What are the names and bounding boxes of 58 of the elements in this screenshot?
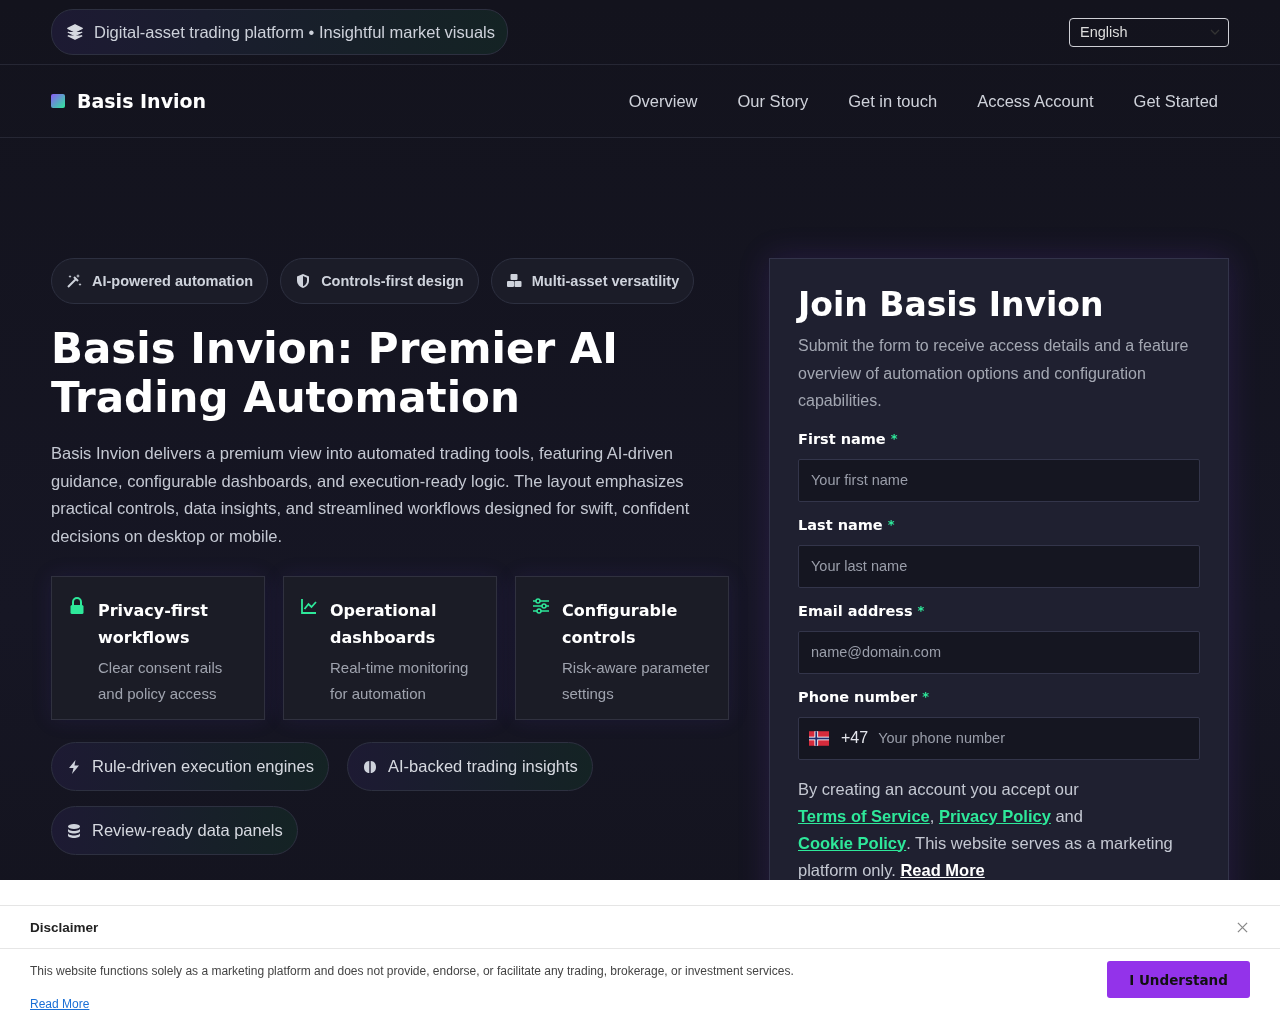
required-mark: * xyxy=(890,430,898,447)
required-mark: * xyxy=(922,688,930,705)
hero-title: Basis Invion: Premier AI Trading Automation xyxy=(51,324,619,422)
flag-icon xyxy=(809,730,829,746)
input-field[interactable]: Your last name xyxy=(798,544,1200,588)
nav-link[interactable]: Get in touch xyxy=(848,91,938,111)
field-label: Phone number xyxy=(798,688,918,705)
sliders-icon xyxy=(532,597,550,615)
nav-link[interactable]: Our Story xyxy=(737,91,809,111)
field-label: Last name xyxy=(798,516,883,533)
feature-chip: Controls-first design xyxy=(280,258,479,304)
read-more-link[interactable]: Read More xyxy=(900,860,985,879)
disclaimer-text: This website functions solely as a marketing platform and does not provide, endorse, or facilitate any trading, brokerage, or investment services. xyxy=(30,964,794,978)
policy-link[interactable]: Cookie Policy xyxy=(798,833,907,852)
policy-link[interactable]: Terms of Service xyxy=(798,806,930,825)
consent-text: By creating an account you accept our Terms of Service, Privacy Policy and Cookie Policy. This website serves as a marketing platform only. Read More xyxy=(798,778,1174,881)
language-select[interactable]: English xyxy=(1069,17,1229,47)
nav-link[interactable]: Overview xyxy=(628,91,698,111)
input-field[interactable]: name@domain.com xyxy=(798,630,1200,674)
hero-description: Basis Invion delivers a premium view into automated trading tools, featuring AI-driven guidance, configurable dashboards, and execution-ready logic. The layout emphasizes practical controls, data insights, and streamlined workflows designed for swift, confident decisions on desktop or mobile. xyxy=(51,443,691,547)
feature-title: Configurable controls xyxy=(562,600,679,649)
required-mark: * xyxy=(917,602,925,619)
feature-text: Risk-aware parameter settings xyxy=(562,658,710,704)
required-mark: * xyxy=(887,516,895,533)
chevron-down-icon xyxy=(1210,29,1220,35)
disclaimer-title: Disclaimer xyxy=(30,919,99,935)
nav-link[interactable]: Get Started xyxy=(1133,91,1218,111)
highlight-pill: Review-ready data panels xyxy=(51,806,298,855)
cubes-icon xyxy=(505,273,522,289)
read-more-link[interactable]: Read More xyxy=(30,997,90,1011)
field-label: Email address xyxy=(798,602,913,619)
input-field[interactable]: Your first name xyxy=(798,458,1200,502)
brand-name[interactable]: Basis Invion xyxy=(77,90,207,112)
feature-text: Real-time monitoring for automation xyxy=(330,658,470,704)
feature-title: Privacy-first workflows xyxy=(98,600,209,649)
feature-chip: AI-powered automation xyxy=(51,258,269,304)
tagline-badge: Digital-asset trading platform • Insightful market visuals xyxy=(51,9,509,55)
feature-chip: Multi-asset versatility xyxy=(490,258,695,304)
highlight-pill: Rule-driven execution engines xyxy=(51,742,329,791)
phone-input[interactable]: Your phone number xyxy=(876,729,1189,747)
layers-icon xyxy=(66,23,84,41)
highlight-pill: AI-backed trading insights xyxy=(346,742,593,791)
line-chart-icon xyxy=(300,597,318,615)
policy-link[interactable]: Privacy Policy xyxy=(938,806,1051,825)
close-icon[interactable] xyxy=(1237,921,1248,933)
magic-wand-icon xyxy=(66,273,82,289)
form-intro: Submit the form to receive access details and a feature overview of automation options and configuration capabilities. xyxy=(798,336,1190,411)
lock-icon xyxy=(68,597,86,615)
form-title: Join Basis Invion xyxy=(798,285,1105,324)
shield-icon xyxy=(295,273,312,289)
nav-link[interactable]: Access Account xyxy=(977,91,1094,111)
logo-icon xyxy=(51,94,65,108)
database-icon xyxy=(66,822,82,839)
phone-field[interactable]: +47 Your phone number xyxy=(798,716,1200,760)
feature-title: Operational dashboards xyxy=(330,600,438,649)
understand-button[interactable]: I Understand xyxy=(1107,961,1250,998)
feature-text: Clear consent rails and policy access xyxy=(98,658,224,704)
field-label: First name xyxy=(798,430,886,447)
